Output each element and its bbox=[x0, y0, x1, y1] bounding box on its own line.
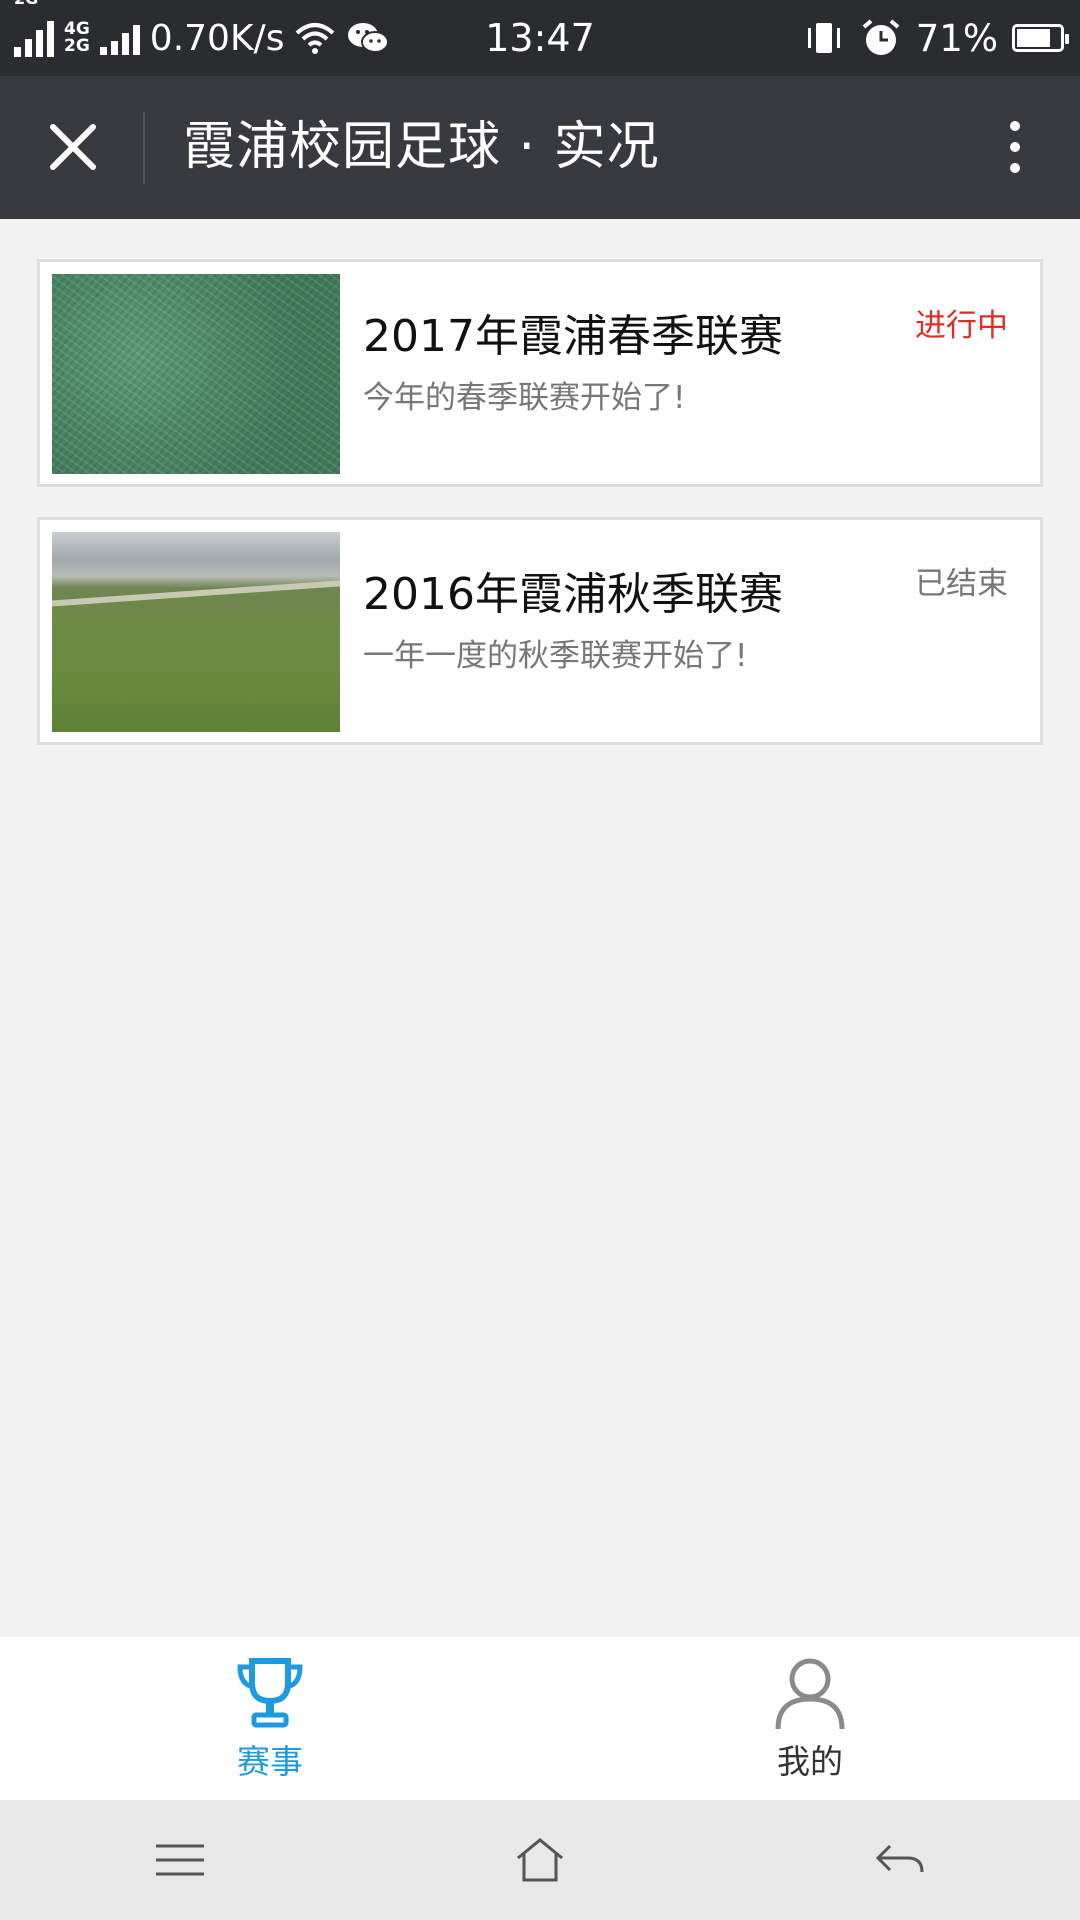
back-icon bbox=[875, 1844, 924, 1873]
clock: 13:47 bbox=[485, 16, 595, 60]
title-divider bbox=[143, 112, 145, 184]
signal-dots-icon bbox=[99, 21, 140, 55]
tab-events-label: 赛事 bbox=[237, 1742, 303, 1781]
signal-icon: 2G bbox=[14, 0, 54, 57]
status-right: 71% bbox=[802, 0, 1069, 76]
home-icon bbox=[517, 1838, 563, 1882]
event-title: 2016年霞浦秋季联赛 bbox=[363, 569, 783, 620]
vibrate-icon bbox=[807, 23, 840, 53]
close-icon bbox=[50, 124, 96, 170]
user-icon bbox=[775, 1658, 845, 1730]
system-nav-bar bbox=[0, 1800, 1080, 1920]
event-status-badge: 进行中 bbox=[915, 308, 1008, 344]
screen: 2G 4G 2G 0.70K/s bbox=[0, 0, 1080, 1920]
dual-network-label: 4G 2G bbox=[64, 21, 90, 55]
tab-events[interactable]: 赛事 bbox=[0, 1637, 540, 1800]
more-button[interactable] bbox=[980, 112, 1050, 182]
event-card[interactable]: 2016年霞浦秋季联赛 一年一度的秋季联赛开始了! 已结束 bbox=[37, 517, 1043, 745]
network-speed: 0.70K/s bbox=[149, 17, 285, 59]
status-left: 2G 4G 2G 0.70K/s bbox=[14, 0, 390, 76]
battery-icon bbox=[1012, 24, 1069, 52]
wifi-icon bbox=[296, 23, 335, 54]
event-title: 2017年霞浦春季联赛 bbox=[363, 311, 783, 362]
event-description: 今年的春季联赛开始了! bbox=[363, 380, 686, 416]
network-type-label: 2G bbox=[14, 0, 38, 8]
page-title: 霞浦校园足球 · 实况 bbox=[183, 117, 660, 177]
alarm-icon bbox=[862, 19, 900, 55]
close-button[interactable] bbox=[38, 112, 108, 182]
event-card[interactable]: 2017年霞浦春季联赛 今年的春季联赛开始了! 进行中 bbox=[37, 259, 1043, 487]
trophy-icon bbox=[237, 1658, 303, 1728]
back-button[interactable] bbox=[840, 1815, 960, 1905]
tab-mine[interactable]: 我的 bbox=[540, 1637, 1080, 1800]
menu-button[interactable] bbox=[120, 1815, 240, 1905]
tab-mine-label: 我的 bbox=[777, 1742, 843, 1781]
event-status-badge: 已结束 bbox=[915, 566, 1008, 602]
battery-fill bbox=[1017, 29, 1050, 47]
home-button[interactable] bbox=[480, 1815, 600, 1905]
menu-icon bbox=[156, 1844, 204, 1876]
event-thumbnail bbox=[52, 532, 340, 732]
event-description: 一年一度的秋季联赛开始了! bbox=[363, 638, 748, 674]
network-2g-label: 2G bbox=[64, 36, 90, 56]
status-bar: 2G 4G 2G 0.70K/s bbox=[0, 0, 1080, 76]
bottom-tab-bar: 赛事 我的 bbox=[0, 1637, 1080, 1800]
event-thumbnail bbox=[52, 274, 340, 474]
battery-percent: 71% bbox=[915, 16, 998, 60]
more-vertical-icon bbox=[1010, 121, 1020, 131]
event-list: 2017年霞浦春季联赛 今年的春季联赛开始了! 进行中 2016年霞浦秋季联赛 … bbox=[37, 259, 1043, 775]
title-bar: 霞浦校园足球 · 实况 bbox=[0, 76, 1080, 219]
wechat-icon bbox=[348, 23, 390, 53]
